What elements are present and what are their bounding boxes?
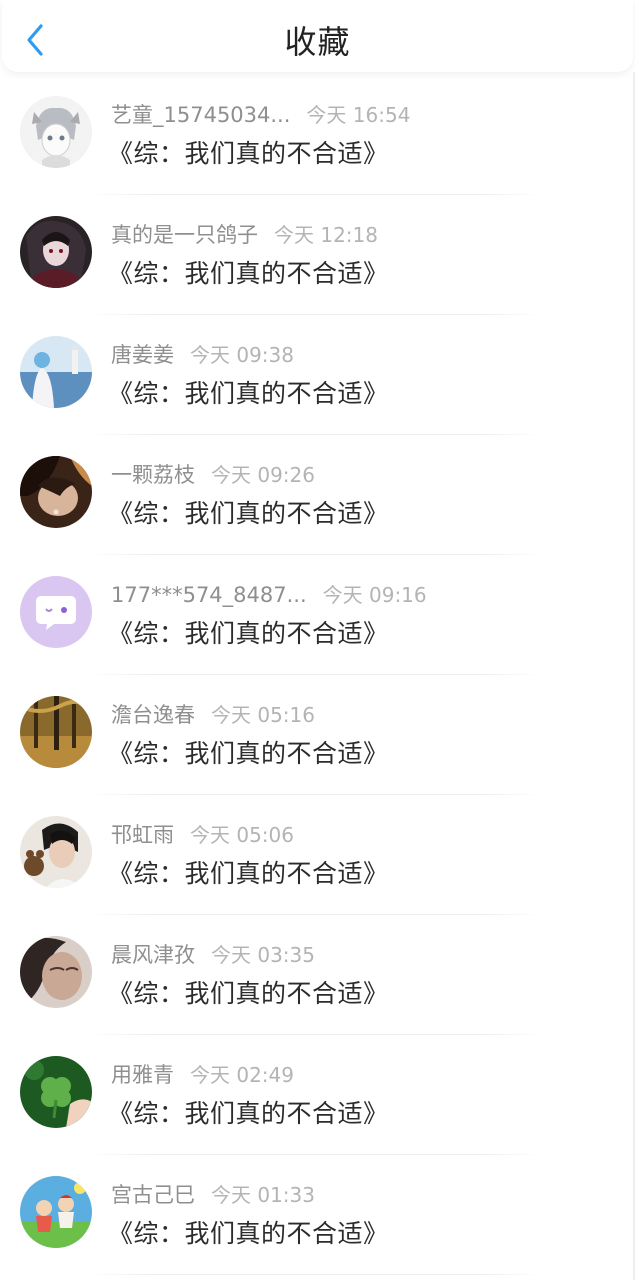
user-name: 艺童_15745034... bbox=[111, 103, 291, 127]
page-title: 收藏 bbox=[284, 23, 351, 61]
list-item[interactable]: 唐姜姜 今天 09:38 《综：我们真的不合适》 bbox=[0, 324, 635, 444]
user-name-line: 艺童_15745034... 今天 16:54 bbox=[111, 101, 410, 129]
divider bbox=[88, 1274, 543, 1275]
user-name-line: 宫古己巳 今天 01:33 bbox=[111, 1181, 315, 1209]
timestamp: 今天 12:18 bbox=[274, 223, 378, 247]
favorite-title: 《综：我们真的不合适》 bbox=[108, 139, 389, 168]
user-name-line: 用雅青 今天 02:49 bbox=[111, 1061, 294, 1089]
favorite-title: 《综：我们真的不合适》 bbox=[108, 259, 389, 288]
divider bbox=[88, 1034, 543, 1035]
timestamp: 今天 01:33 bbox=[211, 1183, 315, 1207]
user-name-line: 澹台逸春 今天 05:16 bbox=[111, 701, 315, 729]
divider bbox=[88, 794, 543, 795]
divider bbox=[88, 914, 543, 915]
timestamp: 今天 05:06 bbox=[190, 823, 294, 847]
user-name: 177***574_8487... bbox=[111, 583, 307, 607]
avatar[interactable] bbox=[20, 936, 92, 1008]
favorites-list[interactable]: 艺童_15745034... 今天 16:54 《综：我们真的不合适》 真的是一只… bbox=[0, 84, 635, 1284]
avatar[interactable] bbox=[20, 696, 92, 768]
user-name: 邗虹雨 bbox=[111, 823, 174, 847]
avatar[interactable] bbox=[20, 456, 92, 528]
user-name: 一颗荔枝 bbox=[111, 463, 195, 487]
list-item[interactable]: 澹台逸春 今天 05:16 《综：我们真的不合适》 bbox=[0, 684, 635, 804]
timestamp: 今天 02:49 bbox=[190, 1063, 294, 1087]
user-name-line: 177***574_8487... 今天 09:16 bbox=[111, 581, 427, 609]
user-name: 晨风津孜 bbox=[111, 943, 195, 967]
favorite-title: 《综：我们真的不合适》 bbox=[108, 859, 389, 888]
favorite-title: 《综：我们真的不合适》 bbox=[108, 739, 389, 768]
favorite-title: 《综：我们真的不合适》 bbox=[108, 1219, 389, 1248]
timestamp: 今天 16:54 bbox=[306, 103, 411, 127]
list-item[interactable]: 177***574_8487... 今天 09:16 《综：我们真的不合适》 bbox=[0, 564, 635, 684]
timestamp: 今天 03:35 bbox=[211, 943, 315, 967]
timestamp: 今天 05:16 bbox=[211, 703, 315, 727]
user-name-line: 一颗荔枝 今天 09:26 bbox=[111, 461, 315, 489]
user-name: 用雅青 bbox=[111, 1063, 174, 1087]
favorite-title: 《综：我们真的不合适》 bbox=[108, 499, 389, 528]
divider bbox=[88, 314, 543, 315]
user-name: 宫古己巳 bbox=[111, 1183, 195, 1207]
avatar[interactable] bbox=[20, 216, 92, 288]
list-item[interactable]: 用雅青 今天 02:49 《综：我们真的不合适》 bbox=[0, 1044, 635, 1164]
user-name: 真的是一只鸽子 bbox=[111, 223, 258, 247]
list-item[interactable]: 艺童_15745034... 今天 16:54 《综：我们真的不合适》 bbox=[0, 84, 635, 204]
timestamp: 今天 09:38 bbox=[190, 343, 294, 367]
divider bbox=[88, 1154, 543, 1155]
list-item[interactable]: 邗虹雨 今天 05:06 《综：我们真的不合适》 bbox=[0, 804, 635, 924]
user-name-line: 唐姜姜 今天 09:38 bbox=[111, 341, 294, 369]
favorite-title: 《综：我们真的不合适》 bbox=[108, 979, 389, 1008]
divider bbox=[88, 554, 543, 555]
favorite-title: 《综：我们真的不合适》 bbox=[108, 379, 389, 408]
list-item[interactable]: 宫古己巳 今天 01:33 《综：我们真的不合适》 bbox=[0, 1164, 635, 1284]
divider bbox=[88, 434, 543, 435]
timestamp: 今天 09:26 bbox=[211, 463, 315, 487]
user-name-line: 晨风津孜 今天 03:35 bbox=[111, 941, 315, 969]
top-bar: 收藏 bbox=[2, 0, 633, 72]
list-item[interactable]: 一颗荔枝 今天 09:26 《综：我们真的不合适》 bbox=[0, 444, 635, 564]
avatar[interactable] bbox=[20, 816, 92, 888]
user-name-line: 真的是一只鸽子 今天 12:18 bbox=[111, 221, 378, 249]
avatar[interactable] bbox=[20, 576, 92, 648]
avatar[interactable] bbox=[20, 96, 92, 168]
divider bbox=[88, 674, 543, 675]
list-item[interactable]: 真的是一只鸽子 今天 12:18 《综：我们真的不合适》 bbox=[0, 204, 635, 324]
user-name: 唐姜姜 bbox=[111, 343, 174, 367]
list-item[interactable]: 晨风津孜 今天 03:35 《综：我们真的不合适》 bbox=[0, 924, 635, 1044]
avatar[interactable] bbox=[20, 1176, 92, 1248]
user-name-line: 邗虹雨 今天 05:06 bbox=[111, 821, 294, 849]
divider bbox=[88, 194, 543, 195]
favorite-title: 《综：我们真的不合适》 bbox=[108, 1099, 389, 1128]
favorite-title: 《综：我们真的不合适》 bbox=[108, 619, 389, 648]
user-name: 澹台逸春 bbox=[111, 703, 195, 727]
timestamp: 今天 09:16 bbox=[322, 583, 427, 607]
avatar[interactable] bbox=[20, 1056, 92, 1128]
avatar[interactable] bbox=[20, 336, 92, 408]
